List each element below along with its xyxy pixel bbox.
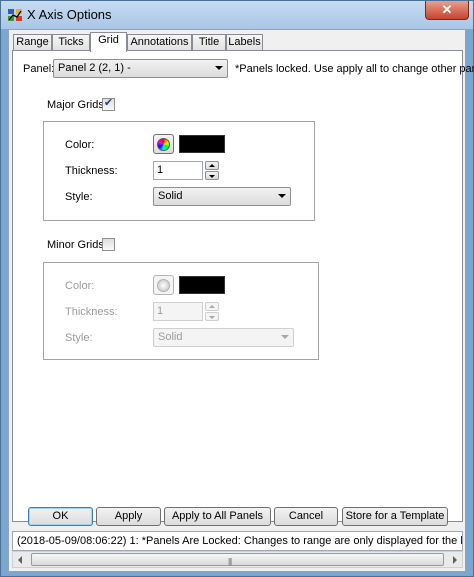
tab-title[interactable]: Title <box>192 34 226 51</box>
minor-thickness-spinner <box>205 302 219 321</box>
window-title: X Axis Options <box>27 7 112 22</box>
dialog-client: Range Ticks Grid Annotations Title Label… <box>8 29 474 572</box>
dialog-window: X Axis Options ✕ Range Ticks Grid Annota… <box>0 0 474 577</box>
major-color-label: Color: <box>65 139 95 151</box>
tab-labels[interactable]: Labels <box>226 34 263 51</box>
app-logo-icon <box>8 9 22 21</box>
major-grids-group: Color: Thickness: 1 Style: Solid <box>43 121 315 221</box>
panel-select-value: Panel 2 (2, 1) - <box>58 62 131 74</box>
minor-thickness-input[interactable]: 1 <box>153 302 203 321</box>
major-thickness-up-button[interactable] <box>205 161 219 170</box>
major-style-label: Style: <box>65 191 93 203</box>
minor-style-value: Solid <box>158 331 183 343</box>
minor-color-swatch[interactable] <box>179 276 225 294</box>
minor-thickness-down-button[interactable] <box>205 312 219 321</box>
major-style-value: Solid <box>158 190 183 202</box>
tab-range[interactable]: Range <box>13 34 52 51</box>
minor-color-picker-button[interactable] <box>153 275 174 295</box>
cancel-button[interactable]: Cancel <box>274 507 338 526</box>
scroll-left-icon[interactable] <box>18 556 22 564</box>
minor-color-label: Color: <box>65 280 95 292</box>
spin-down-icon <box>209 316 215 319</box>
scroll-right-icon[interactable] <box>453 556 457 564</box>
close-button[interactable]: ✕ <box>425 1 469 20</box>
panels-locked-note: *Panels locked. Use apply all to change … <box>235 63 474 75</box>
major-style-select[interactable]: Solid <box>153 187 291 206</box>
scroll-grip-icon: ||| <box>228 557 232 566</box>
close-icon: ✕ <box>441 2 453 17</box>
tab-annotations[interactable]: Annotations <box>127 34 192 51</box>
grid-tab-panel: Panel: Panel 2 (2, 1) - *Panels locked. … <box>12 50 474 522</box>
minor-style-select[interactable]: Solid <box>153 328 294 347</box>
store-template-button[interactable]: Store for a Template <box>342 507 448 526</box>
minor-grids-label: Minor Grids: <box>47 239 107 251</box>
tab-grid[interactable]: Grid <box>90 32 127 52</box>
spin-up-icon <box>209 305 215 308</box>
title-bar[interactable]: X Axis Options ✕ <box>1 1 473 29</box>
minor-grids-checkbox[interactable] <box>102 238 115 251</box>
major-color-swatch[interactable] <box>179 135 225 153</box>
minor-style-label: Style: <box>65 332 93 344</box>
major-color-picker-button[interactable] <box>153 134 174 154</box>
scrollbar-thumb[interactable]: ||| <box>31 553 444 566</box>
checkmark-icon: ✔ <box>103 97 114 109</box>
status-horizontal-scrollbar[interactable]: ||| <box>12 551 463 568</box>
tab-ticks[interactable]: Ticks <box>52 34 90 51</box>
chevron-down-icon <box>281 335 289 339</box>
apply-button[interactable]: Apply <box>96 507 161 526</box>
minor-thickness-label: Thickness: <box>65 306 118 318</box>
major-thickness-value: 1 <box>157 164 164 176</box>
chevron-down-icon <box>278 194 286 198</box>
minor-thickness-up-button[interactable] <box>205 302 219 311</box>
ok-button[interactable]: OK <box>28 507 93 526</box>
major-grids-label: Major Grids: <box>47 99 107 111</box>
status-log: (2018-05-09/08:06:22) 1: *Panels Are Loc… <box>12 531 463 551</box>
spin-up-icon <box>209 164 215 167</box>
major-thickness-down-button[interactable] <box>205 171 219 180</box>
color-wheel-icon <box>157 138 170 151</box>
apply-all-panels-button[interactable]: Apply to All Panels <box>164 507 271 526</box>
minor-thickness-value: 1 <box>157 305 164 317</box>
major-thickness-label: Thickness: <box>65 165 118 177</box>
status-message: (2018-05-09/08:06:22) 1: *Panels Are Loc… <box>17 535 463 547</box>
color-wheel-icon <box>157 279 170 292</box>
chevron-down-icon <box>215 66 223 70</box>
panel-label: Panel: <box>23 63 55 75</box>
panel-select[interactable]: Panel 2 (2, 1) - <box>53 59 228 78</box>
major-thickness-spinner <box>205 161 219 180</box>
spin-down-icon <box>209 175 215 178</box>
major-thickness-input[interactable]: 1 <box>153 161 203 180</box>
major-grids-checkbox[interactable]: ✔ <box>102 97 115 111</box>
minor-grids-group: Color: Thickness: 1 Style: Solid <box>43 262 319 360</box>
